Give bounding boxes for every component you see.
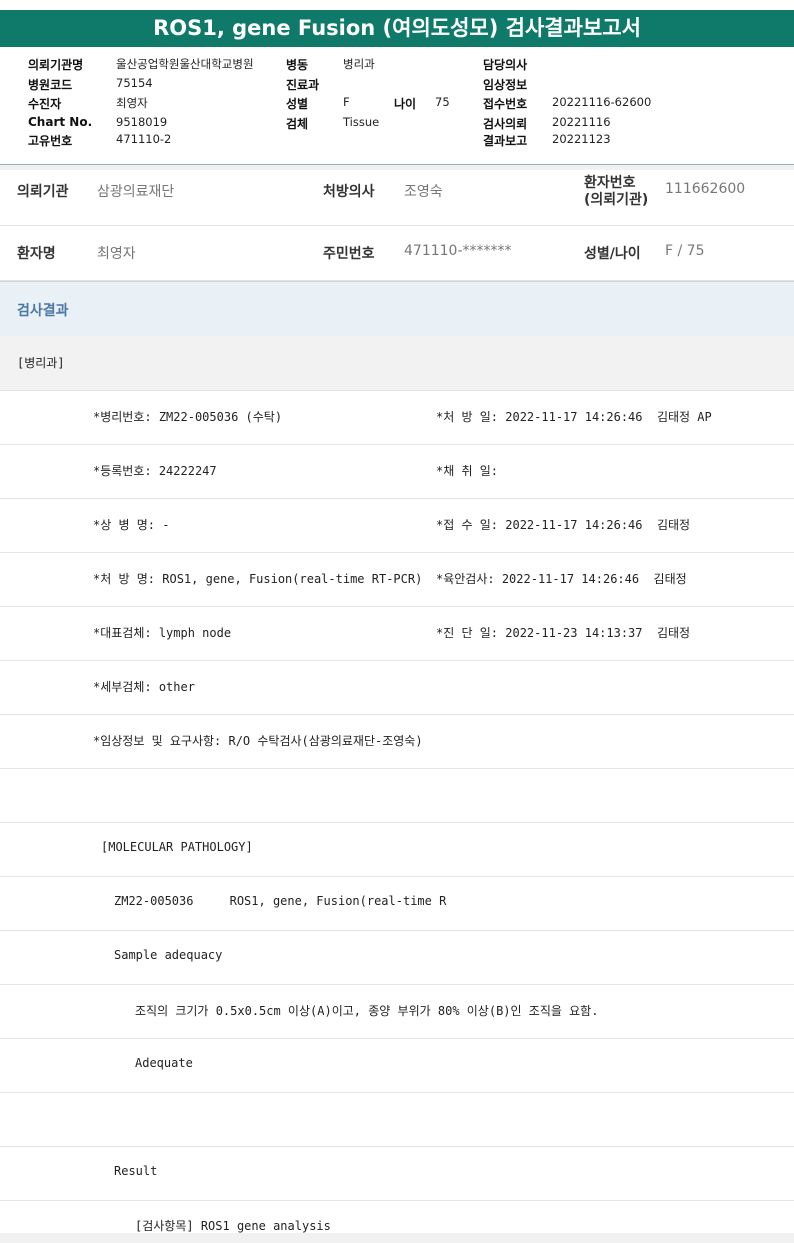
unique-label: 고유번호 xyxy=(28,134,73,148)
result-line-left: *등록번호: 24222247 xyxy=(93,464,217,478)
patient-value: 최영자 xyxy=(116,96,148,110)
specimen-label: 검체 xyxy=(286,117,309,131)
result-line: 조직의 크기가 0.5x0.5cm 이상(A)이고, 종양 부위가 80% 이상… xyxy=(0,985,794,1039)
result-line-left: ZM22-005036 ROS1, gene, Fusion(real-time… xyxy=(114,894,447,908)
result-line-right: *처 방 일: 2022-11-17 14:26:46 김태정 AP xyxy=(436,410,712,424)
patient-label: 수진자 xyxy=(28,97,62,111)
doctor-label: 담당의사 xyxy=(483,58,528,72)
hospital-code-label: 병원코드 xyxy=(28,78,73,92)
result-line-left: Result xyxy=(114,1164,158,1178)
result-line-left: *병리번호: ZM22-005036 (수탁) xyxy=(93,410,283,424)
result-line: *임상정보 및 요구사항: R/O 수탁검사(삼광의료재단-조영숙) xyxy=(0,715,794,769)
sex-label: 성별 xyxy=(286,97,309,111)
request-label: 검사의뢰 xyxy=(483,117,528,131)
patient-no-sublabel: (의뢰기관) xyxy=(584,192,649,208)
result-line: [검사항목] ROS1 gene analysis xyxy=(0,1201,794,1233)
header-row-1: 의뢰기관명 울산공업학원울산대학교병원 병동 병리과 담당의사 xyxy=(0,56,794,75)
header-row-2: 병원코드 75154 진료과 임상정보 xyxy=(0,76,794,95)
result-line-left: [검사항목] ROS1 gene analysis xyxy=(135,1219,331,1233)
patient-no-value: 111662600 xyxy=(665,181,746,197)
result-line: Sample adequacy xyxy=(0,931,794,985)
institution-value: 울산공업학원울산대학교병원 xyxy=(116,57,254,71)
sex-value: F xyxy=(343,95,350,109)
result-report-value: 20221123 xyxy=(552,132,611,146)
header-row-3: 수진자 최영자 성별 F 나이 75 접수번호 20221116-62600 xyxy=(0,95,794,114)
results-section-title: 검사결과 xyxy=(17,303,69,319)
result-line: [MOLECULAR PATHOLOGY] xyxy=(0,823,794,877)
results-section-header: 검사결과 xyxy=(0,281,794,337)
result-line-left: [MOLECULAR PATHOLOGY] xyxy=(101,840,253,854)
result-line: *대표검체: lymph node *진 단 일: 2022-11-23 14:… xyxy=(0,607,794,661)
chart-label: Chart No. xyxy=(28,115,93,129)
ward-label: 병동 xyxy=(286,58,309,72)
result-report-label: 결과보고 xyxy=(483,134,528,148)
result-line-left: *임상정보 및 요구사항: R/O 수탁검사(삼광의료재단-조영숙) xyxy=(93,734,423,748)
result-line-left: *대표검체: lymph node xyxy=(93,626,232,640)
resident-no-label: 주민번호 xyxy=(323,246,375,262)
hospital-code-value: 75154 xyxy=(116,76,153,90)
bottom-stripe xyxy=(0,1233,794,1243)
result-line: *상 병 명: - *접 수 일: 2022-11-17 14:26:46 김태… xyxy=(0,499,794,553)
result-line-right: *육안검사: 2022-11-17 14:26:46 김태정 xyxy=(436,572,687,586)
age-label: 나이 xyxy=(394,97,417,111)
reception-label: 접수번호 xyxy=(483,97,528,111)
institution-label: 의뢰기관 xyxy=(17,184,69,200)
report-header-info: 의뢰기관명 울산공업학원울산대학교병원 병동 병리과 담당의사 병원코드 751… xyxy=(0,47,794,166)
result-line: *세부검체: other xyxy=(0,661,794,715)
age-value: 75 xyxy=(435,95,450,109)
institution-label: 의뢰기관명 xyxy=(28,58,84,72)
sex-age-value: F / 75 xyxy=(665,243,705,259)
result-line-left: Adequate xyxy=(135,1056,193,1070)
dept-label: 진료과 xyxy=(286,78,320,92)
report-title: ROS1, gene Fusion (여의도성모) 검사결과보고서 xyxy=(0,10,794,47)
result-line: Adequate xyxy=(0,1039,794,1093)
chart-value: 9518019 xyxy=(116,115,168,129)
result-line-right: *진 단 일: 2022-11-23 14:13:37 김태정 xyxy=(436,626,691,640)
sex-age-label: 성별/나이 xyxy=(584,246,641,262)
patient-info-row-1: 의뢰기관 삼광의료재단 처방의사 조영숙 환자번호 (의뢰기관) 1116626… xyxy=(0,170,794,226)
patient-name-value: 최영자 xyxy=(97,246,136,262)
request-value: 20221116 xyxy=(552,115,611,129)
result-line: *처 방 명: ROS1, gene, Fusion(real-time RT-… xyxy=(0,553,794,607)
result-line-left: *상 병 명: - xyxy=(93,518,170,532)
ward-value: 병리과 xyxy=(343,57,375,71)
result-line-empty xyxy=(0,769,794,823)
result-line-left: Sample adequacy xyxy=(114,948,223,962)
specimen-value: Tissue xyxy=(343,115,380,129)
patient-name-label: 환자명 xyxy=(17,246,56,262)
patient-info-row-2: 환자명 최영자 주민번호 471110-******* 성별/나이 F / 75 xyxy=(0,226,794,281)
unique-value: 471110-2 xyxy=(116,132,172,146)
header-row-5: 고유번호 471110-2 결과보고 20221123 xyxy=(0,132,794,151)
result-line-left: 조직의 크기가 0.5x0.5cm 이상(A)이고, 종양 부위가 80% 이상… xyxy=(135,1004,599,1018)
result-line-right: *접 수 일: 2022-11-17 14:26:46 김태정 xyxy=(436,518,691,532)
result-line: *등록번호: 24222247 *채 취 일: xyxy=(0,445,794,499)
clinical-label: 임상정보 xyxy=(483,78,528,92)
prescriber-value: 조영숙 xyxy=(404,184,443,200)
resident-no-value: 471110-******* xyxy=(404,243,512,259)
institution-value: 삼광의료재단 xyxy=(97,184,175,200)
result-line: ZM22-005036 ROS1, gene, Fusion(real-time… xyxy=(0,877,794,931)
department-subheader: [병리과] xyxy=(0,336,794,391)
result-line-left: *세부검체: other xyxy=(93,680,195,694)
result-line-empty xyxy=(0,1093,794,1147)
result-line: *병리번호: ZM22-005036 (수탁) *처 방 일: 2022-11-… xyxy=(0,391,794,445)
result-line-left: *처 방 명: ROS1, gene, Fusion(real-time RT-… xyxy=(93,572,423,586)
prescriber-label: 처방의사 xyxy=(323,184,375,200)
result-line-right: *채 취 일: xyxy=(436,464,499,478)
reception-value: 20221116-62600 xyxy=(552,95,652,109)
result-line: Result xyxy=(0,1147,794,1201)
department-label: [병리과] xyxy=(17,356,65,370)
